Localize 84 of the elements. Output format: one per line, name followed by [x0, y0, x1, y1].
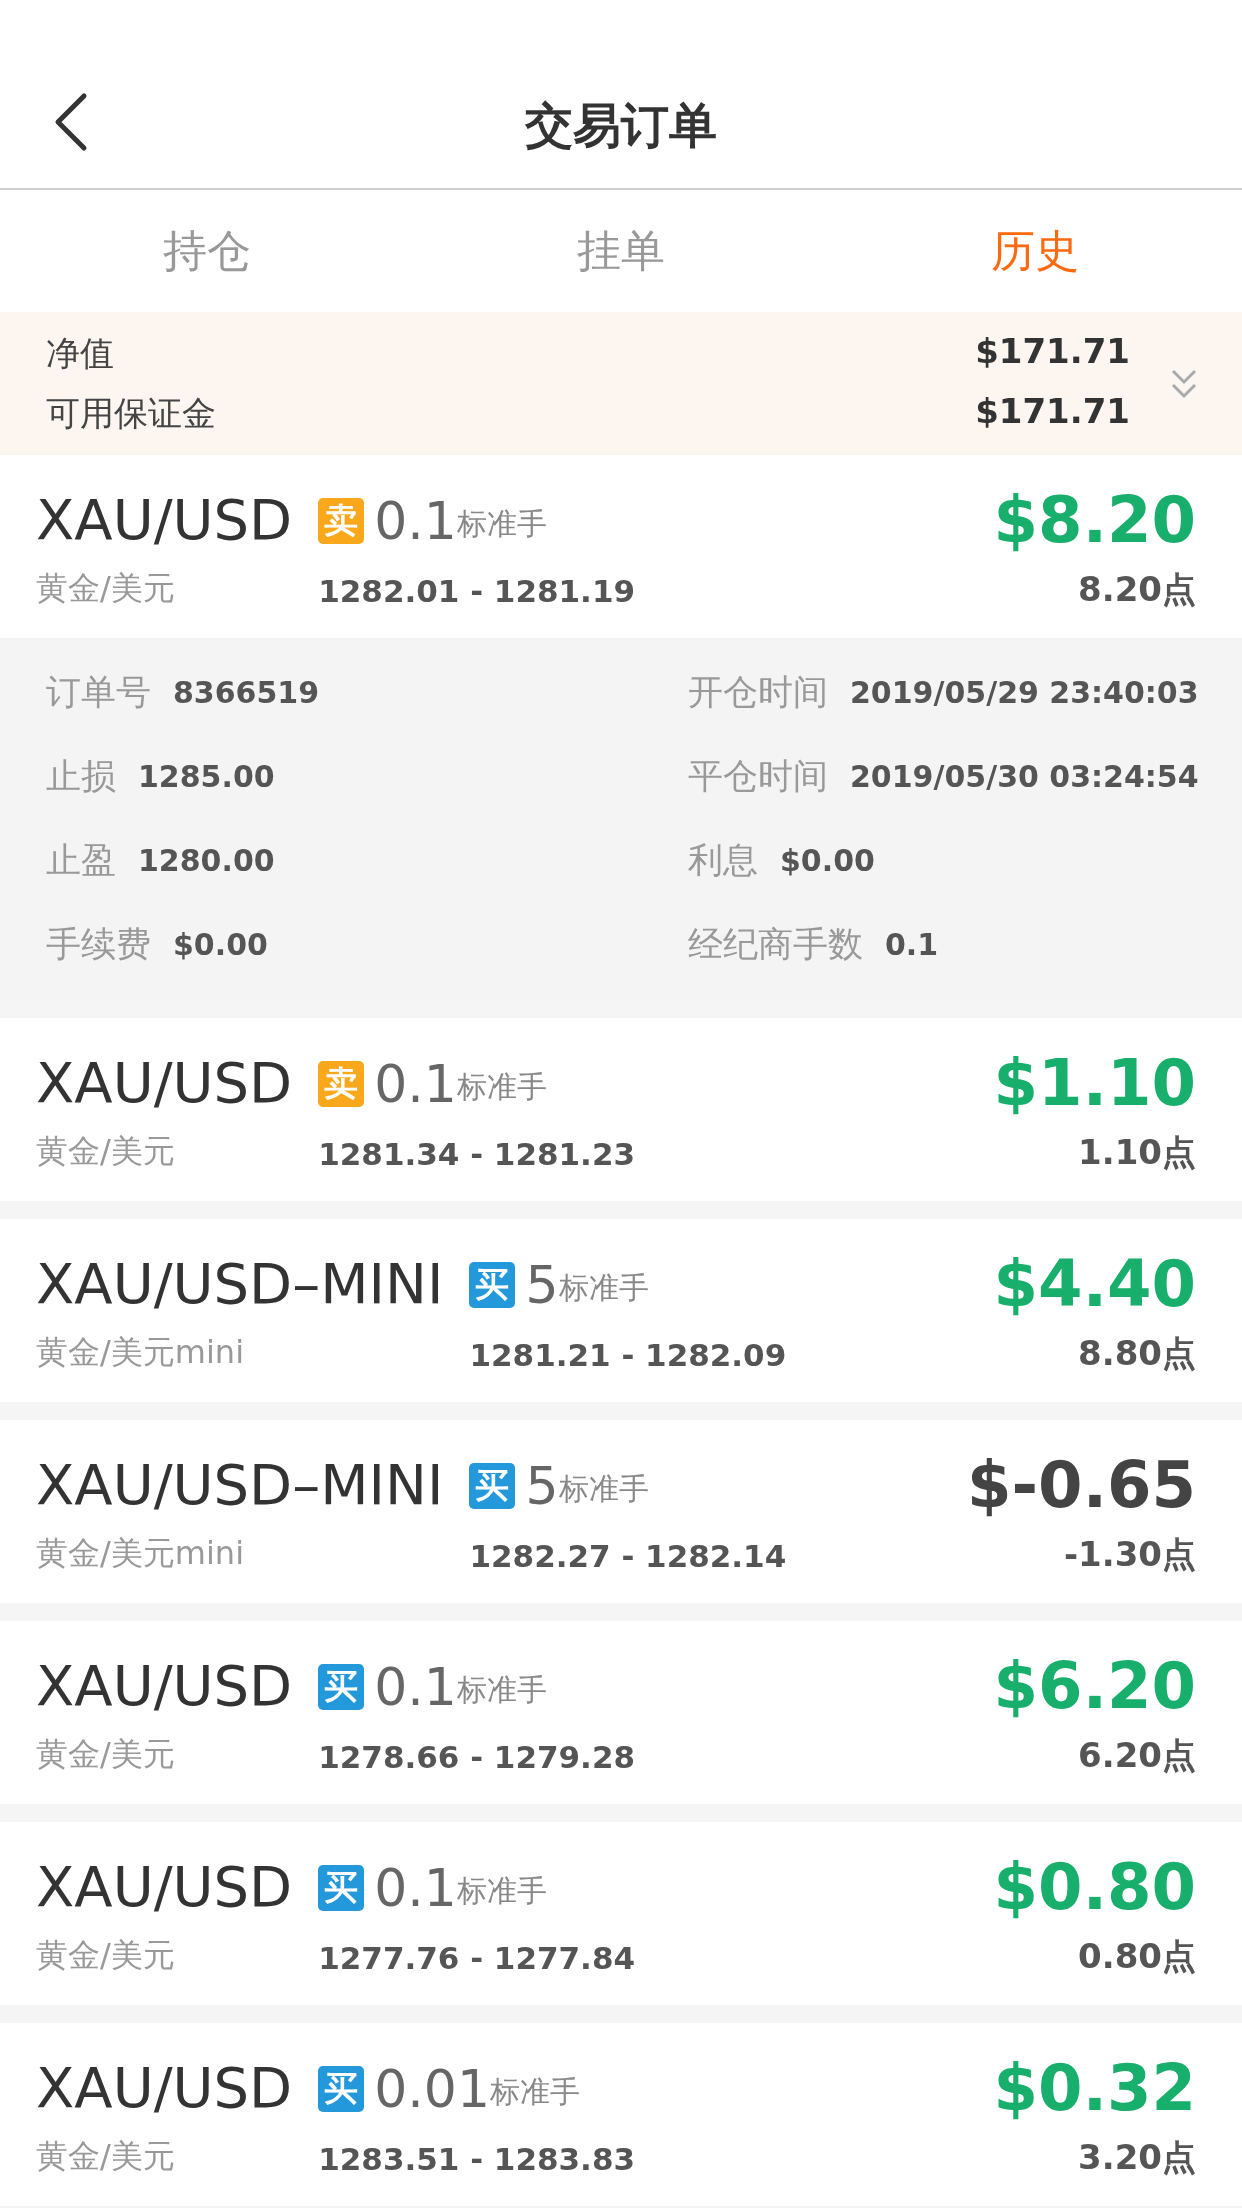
- price-range: 1282.01 - 1281.19: [318, 572, 636, 611]
- instrument-name: 黄金/美元mini: [36, 1532, 245, 1574]
- price-range: 1281.21 - 1282.09: [469, 1336, 787, 1375]
- points: 3.20点: [1078, 2135, 1196, 2179]
- lot-size: 0.1: [374, 1656, 457, 1717]
- order-card[interactable]: XAU/USD–MINI 买 5标准手 $4.40 黄金/美元mini 1281.21 - 1282.09 8.80点: [0, 1219, 1242, 1402]
- symbol: XAU/USD–MINI: [36, 1250, 444, 1318]
- detail-value: 1280.00: [138, 842, 275, 878]
- side-badge: 买: [318, 2065, 365, 2112]
- detail-label: 订单号: [46, 670, 151, 714]
- points: 0.80点: [1078, 1934, 1196, 1978]
- symbol: XAU/USD: [36, 486, 293, 554]
- symbol: XAU/USD: [36, 1049, 293, 1117]
- lot-size: 0.1: [374, 1053, 457, 1114]
- instrument-name: 黄金/美元: [36, 1130, 176, 1172]
- instrument-name: 黄金/美元mini: [36, 1331, 245, 1373]
- detail-value: $0.00: [173, 926, 268, 962]
- price-range: 1277.76 - 1277.84: [318, 1939, 636, 1978]
- price-range: 1281.34 - 1281.23: [318, 1135, 636, 1174]
- profit: $8.20: [993, 485, 1196, 557]
- lot-unit: 标准手: [456, 1871, 547, 1910]
- side-badge: 卖: [318, 1060, 365, 1107]
- points: -1.30点: [1064, 1532, 1196, 1576]
- profit: $0.32: [993, 2053, 1196, 2125]
- detail-value: 2019/05/29 23:40:03: [850, 674, 1199, 710]
- profit: $0.80: [993, 1852, 1196, 1924]
- detail-value: $0.00: [780, 842, 875, 878]
- symbol: XAU/USD–MINI: [36, 1451, 444, 1519]
- summary-value: $171.71: [975, 390, 1130, 433]
- detail-label: 经纪商手数: [688, 922, 863, 966]
- lot-size: 5: [525, 1254, 559, 1315]
- side-badge: 买: [469, 1462, 516, 1509]
- lot-size: 0.1: [374, 490, 457, 551]
- lot-unit: 标准手: [489, 2072, 580, 2111]
- lot-unit: 标准手: [456, 1670, 547, 1709]
- points: 6.20点: [1078, 1733, 1196, 1777]
- lot-size: 5: [525, 1455, 559, 1516]
- order-card[interactable]: XAU/USD 买 0.1标准手 $0.80 黄金/美元 1277.76 - 1277.84 0.80点: [0, 1822, 1242, 2005]
- points: 8.20点: [1078, 567, 1196, 611]
- lot-unit: 标准手: [558, 1469, 649, 1508]
- page-title: 交易订单: [525, 96, 717, 155]
- lot-unit: 标准手: [558, 1268, 649, 1307]
- price-range: 1282.27 - 1282.14: [469, 1537, 787, 1576]
- detail-value: 0.1: [885, 926, 939, 962]
- price-range: 1278.66 - 1279.28: [318, 1738, 636, 1777]
- detail-label: 止盈: [46, 838, 116, 882]
- side-badge: 卖: [318, 497, 365, 544]
- order-card[interactable]: XAU/USD 卖 0.1标准手 $8.20 黄金/美元 1282.01 - 1281.19 8.20点 订单号 8366519 开仓时间 2019/05/29 23:40:03 止损 1285.00 平仓时间 2019/05/30 03:24:54 止盈 1280.00 利息 $0.00 手续费 $0.00 经纪商手数 0.1: [0, 455, 1242, 1000]
- instrument-name: 黄金/美元: [36, 1733, 176, 1775]
- summary-label: 净值: [46, 331, 114, 375]
- detail-label: 开仓时间: [688, 670, 828, 714]
- price-range: 1283.51 - 1283.83: [318, 2140, 636, 2179]
- side-badge: 买: [318, 1864, 365, 1911]
- symbol: XAU/USD: [36, 1853, 293, 1921]
- order-card[interactable]: XAU/USD 卖 0.1标准手 $1.10 黄金/美元 1281.34 - 1281.23 1.10点: [0, 1018, 1242, 1201]
- detail-label: 平仓时间: [688, 754, 828, 798]
- lot-unit: 标准手: [456, 504, 547, 543]
- detail-label: 利息: [688, 838, 758, 882]
- profit: $4.40: [993, 1249, 1196, 1321]
- detail-label: 手续费: [46, 922, 151, 966]
- summary-value: $171.71: [975, 330, 1130, 373]
- profit: $1.10: [993, 1048, 1196, 1120]
- points: 8.80点: [1078, 1331, 1196, 1375]
- lot-unit: 标准手: [456, 1067, 547, 1106]
- lot-size: 0.01: [374, 2058, 490, 2119]
- detail-value: 2019/05/30 03:24:54: [850, 758, 1199, 794]
- side-badge: 买: [469, 1261, 516, 1308]
- order-card[interactable]: XAU/USD 买 0.01标准手 $0.32 黄金/美元 1283.51 - 1283.83 3.20点: [0, 2023, 1242, 2206]
- order-card[interactable]: XAU/USD 买 0.1标准手 $6.20 黄金/美元 1278.66 - 1279.28 6.20点: [0, 1621, 1242, 1804]
- profit: $-0.65: [967, 1450, 1196, 1522]
- instrument-name: 黄金/美元: [36, 2135, 176, 2177]
- profit: $6.20: [993, 1651, 1196, 1723]
- instrument-name: 黄金/美元: [36, 567, 176, 609]
- symbol: XAU/USD: [36, 1652, 293, 1720]
- detail-label: 止损: [46, 754, 116, 798]
- summary-label: 可用保证金: [46, 391, 216, 435]
- instrument-name: 黄金/美元: [36, 1934, 176, 1976]
- order-card[interactable]: XAU/USD–MINI 买 5标准手 $-0.65 黄金/美元mini 1282.27 - 1282.14 -1.30点: [0, 1420, 1242, 1603]
- lot-size: 0.1: [374, 1857, 457, 1918]
- points: 1.10点: [1078, 1130, 1196, 1174]
- symbol: XAU/USD: [36, 2054, 293, 2122]
- detail-value: 1285.00: [138, 758, 275, 794]
- detail-value: 8366519: [173, 674, 320, 710]
- side-badge: 买: [318, 1663, 365, 1710]
